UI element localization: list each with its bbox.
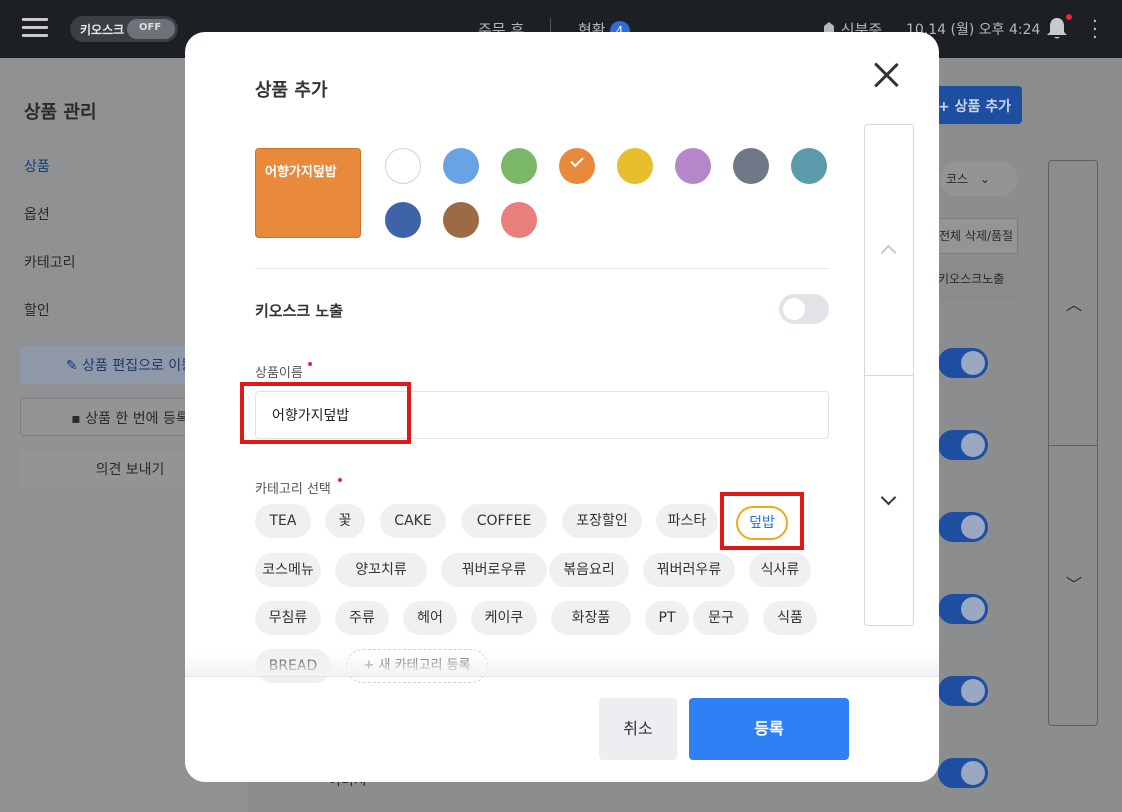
footer-divider (185, 676, 939, 677)
modal-scroll-panel (864, 124, 914, 626)
product-name-label: 상품이름 (255, 366, 303, 381)
category-chip[interactable]: 볶음요리 (549, 553, 629, 587)
kiosk-switch-state: OFF (127, 19, 175, 39)
category-chip[interactable]: 포장할인 (562, 504, 642, 538)
color-swatch-white[interactable] (385, 148, 421, 184)
color-swatch-salmon[interactable] (501, 202, 537, 238)
course-select[interactable]: 코스 ⌄ (940, 162, 1018, 196)
required-dot (338, 478, 342, 482)
row-toggle[interactable] (938, 512, 988, 542)
sidebar-title: 상품 관리 (24, 102, 97, 123)
color-swatch-teal[interactable] (791, 148, 827, 184)
category-chip[interactable]: 꽃 (325, 504, 365, 538)
row-toggle[interactable] (938, 758, 988, 788)
kiosk-switch-label: 키오스크 (80, 23, 125, 37)
modal-title: 상품 추가 (255, 80, 328, 101)
scroll-divider (1049, 445, 1097, 446)
chevron-down-icon: ⌄ (979, 172, 990, 186)
kiosk-switch[interactable]: 키오스크 OFF (70, 16, 178, 42)
category-chip[interactable]: COFFEE (461, 504, 547, 538)
category-chip[interactable]: 헤어 (403, 601, 457, 635)
add-product-modal: 상품 추가 어향가지덮밥 키오스크 노출 상품이름 카테고리 선택 TEA 꽃 CA… (185, 32, 939, 782)
category-chip[interactable]: CAKE (380, 504, 446, 538)
color-swatch-green[interactable] (501, 148, 537, 184)
category-chip[interactable]: 양꼬치류 (335, 553, 427, 587)
scroll-up-button[interactable] (865, 125, 913, 375)
category-chip[interactable]: 무침류 (255, 601, 321, 635)
color-swatch-purple[interactable] (675, 148, 711, 184)
category-chip[interactable]: 케이쿠 (471, 601, 537, 635)
color-swatch-orange[interactable] (559, 148, 595, 184)
close-icon[interactable] (871, 60, 901, 90)
category-chip[interactable]: 주류 (335, 601, 389, 635)
note-icon: ▪ (71, 411, 86, 427)
sidebar-item-discount[interactable]: 할인 (24, 300, 50, 320)
sidebar-item-category[interactable]: 카테고리 (24, 252, 76, 272)
row-toggle[interactable] (938, 594, 988, 624)
category-chip[interactable]: 꿔버러우류 (643, 553, 735, 587)
cancel-button[interactable]: 취소 (599, 698, 677, 760)
kiosk-show-header: 키오스크노출 (932, 262, 1018, 300)
required-dot (308, 362, 312, 366)
row-toggle[interactable] (938, 430, 988, 460)
category-chip[interactable]: 꿔버로우류 (441, 553, 547, 587)
color-swatch-blue[interactable] (443, 148, 479, 184)
category-label: 카테고리 선택 (255, 482, 331, 497)
color-swatch-gray[interactable] (733, 148, 769, 184)
kiosk-expose-toggle[interactable] (779, 294, 829, 324)
chevron-down-icon[interactable]: ﹀ (1066, 571, 1082, 595)
pencil-icon: ✎ (65, 358, 83, 374)
kiosk-expose-label: 키오스크 노출 (255, 302, 344, 320)
sidebar-item-product[interactable]: 상품 (24, 156, 50, 176)
bg-scroll-panel: ︿ ﹀ (1048, 160, 1098, 726)
menu-icon[interactable] (22, 18, 48, 38)
category-chip[interactable]: 덮밥 (736, 506, 788, 540)
product-name-input[interactable] (255, 391, 829, 439)
edit-products-label: 상품 편집으로 이동 (82, 358, 195, 374)
sidebar-item-option[interactable]: 옵션 (24, 204, 50, 224)
check-icon (570, 153, 584, 168)
section-divider (255, 268, 829, 269)
category-chip[interactable]: 식사류 (749, 553, 811, 587)
category-chip[interactable]: TEA (255, 504, 311, 538)
category-chip[interactable]: 화장품 (551, 601, 631, 635)
scroll-down-button[interactable] (865, 376, 913, 626)
add-product-button-bg[interactable]: + 상품 추가 (928, 86, 1022, 124)
category-chip[interactable]: PT (645, 601, 689, 635)
chevron-up-icon[interactable]: ︿ (1066, 291, 1082, 315)
bulk-register-label: 상품 한 번에 등록 (85, 411, 189, 427)
bell-icon[interactable] (1046, 14, 1072, 40)
scroll-fade (185, 652, 939, 676)
color-swatch-yellow[interactable] (617, 148, 653, 184)
chevron-down-icon (880, 489, 897, 506)
category-chip[interactable]: 문구 (693, 601, 749, 635)
course-select-label: 코스 (946, 172, 969, 186)
color-swatch-navy[interactable] (385, 202, 421, 238)
color-preview-tile: 어향가지덮밥 (255, 148, 361, 238)
register-button[interactable]: 등록 (689, 698, 849, 760)
category-chip[interactable]: 식품 (763, 601, 817, 635)
row-toggle[interactable] (938, 676, 988, 706)
chevron-up-icon (880, 244, 897, 261)
category-chip[interactable]: 파스타 (656, 504, 718, 538)
row-toggle[interactable] (938, 348, 988, 378)
color-swatch-brown[interactable] (443, 202, 479, 238)
bulk-delete-chip[interactable]: 전체 삭제/품절 (932, 218, 1018, 254)
more-icon[interactable]: · · · (1092, 13, 1098, 47)
category-chip[interactable]: 코스메뉴 (255, 553, 321, 587)
